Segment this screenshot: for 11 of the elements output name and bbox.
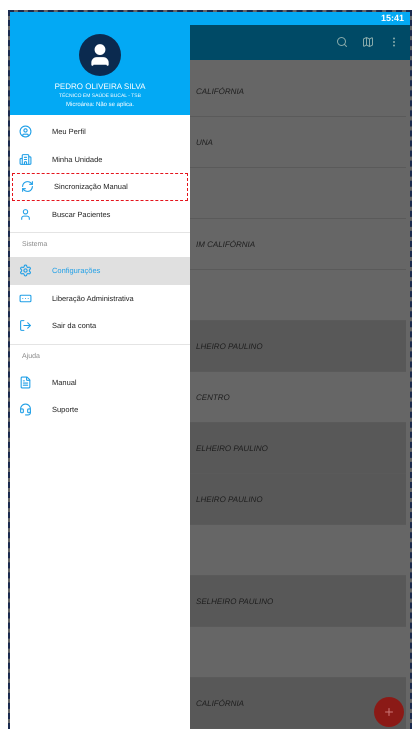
row-text: SELHEIRO PAULINO — [196, 596, 274, 606]
status-time: 15:41 — [380, 13, 404, 24]
row-text: UNA — [196, 138, 213, 146]
row-text: LHEIRO PAULINO — [196, 494, 263, 504]
row-text: IM CALIFÓRNIA — [196, 240, 256, 248]
row-text: CALIFÓRNIA — [196, 698, 244, 708]
row-text: ELHEIRO PAULINO — [196, 444, 268, 452]
row-text: LHEIRO PAULINO — [196, 342, 263, 350]
row-text: CENTRO — [196, 392, 230, 402]
user-name: PEDRO OLIVEIRA SILVA — [54, 82, 146, 91]
row-text: CALIFÓRNIA — [196, 86, 244, 96]
